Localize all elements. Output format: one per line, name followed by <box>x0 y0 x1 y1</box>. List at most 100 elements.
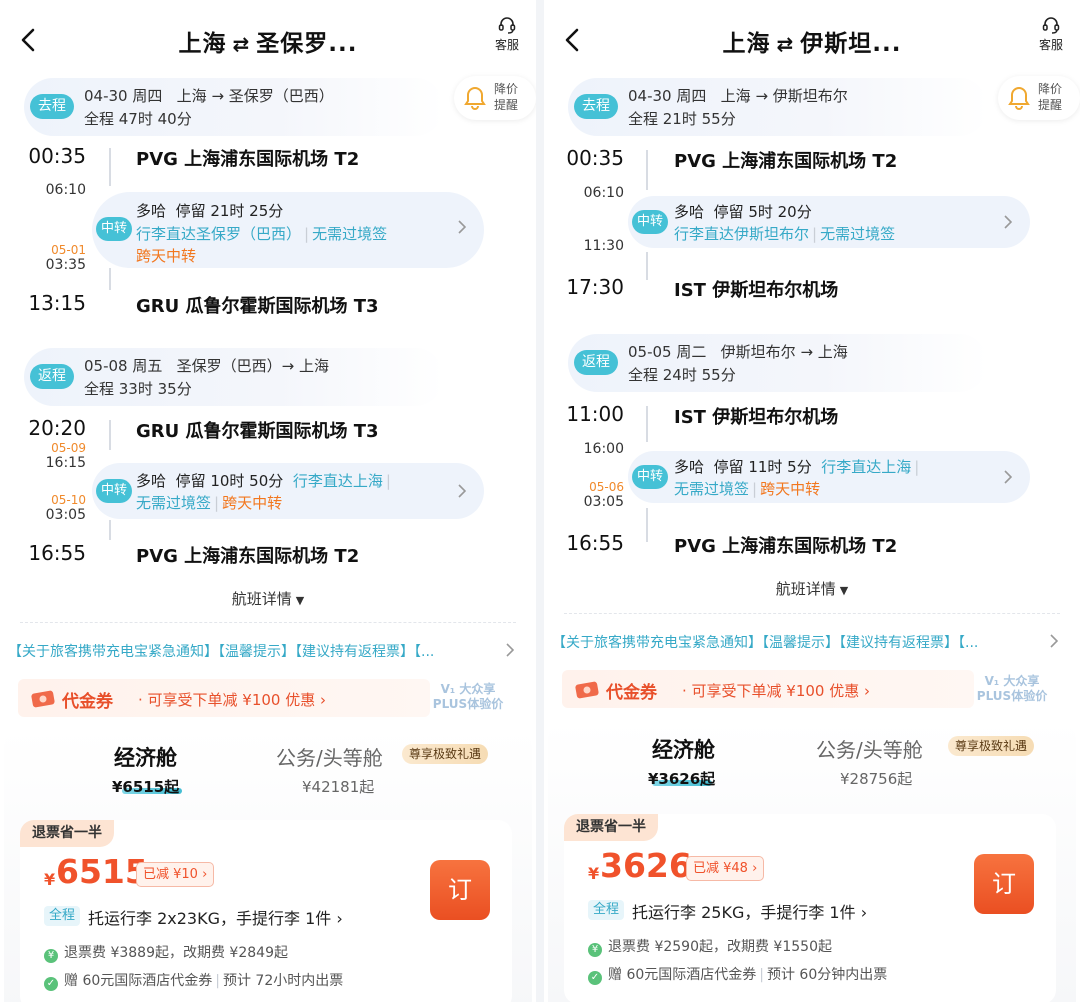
refund-half-tag: 退票省一半 <box>564 814 658 841</box>
gift-text: 赠 60元国际酒店代金券 <box>608 967 757 983</box>
cabin-card: 经济舱 ¥6515起 公务/头等舱 尊享极致礼遇 ¥42181起 退票省一半 ¥… <box>4 728 532 1002</box>
tab-business-first[interactable]: 公务/头等舱 <box>816 734 923 763</box>
book-button[interactable]: 订 <box>974 854 1034 914</box>
transfer-arrive-time: 06:10 <box>583 185 624 201</box>
return-departure-airport: GRU 瓜鲁尔霍斯国际机场 T3 <box>136 421 379 442</box>
coupon-name: 代金券 <box>606 683 657 703</box>
book-button[interactable]: 订 <box>430 860 490 920</box>
transfer-leave-time: 11:30 <box>583 238 624 254</box>
headset-icon <box>1042 17 1060 34</box>
notice-bar[interactable]: 【关于旅客携带充电宝紧急通知】【温馨提示】【建议持有返程票】【... <box>8 641 496 661</box>
tab-economy[interactable]: 经济舱 <box>652 734 715 764</box>
transfer-tag: 中转 <box>96 479 133 503</box>
outbound-route: 上海 → 圣保罗（巴西） <box>176 87 334 105</box>
transfer-notes: 无需过境签 | 跨天中转 <box>136 492 282 513</box>
caret-down-icon: ▼ <box>295 594 305 607</box>
return-date: 05-08 周五 <box>84 357 163 375</box>
baggage-info[interactable]: 托运行李 2x23KG，手提行李 1件 › <box>88 905 343 929</box>
baggage-info[interactable]: 托运行李 25KG，手提行李 1件 › <box>632 899 867 923</box>
flight-details-toggle[interactable]: 航班详情 ▼ <box>0 588 536 609</box>
chevron-right-icon[interactable] <box>1050 634 1058 648</box>
customer-service-button[interactable]: 客服 <box>490 16 524 53</box>
chevron-right-icon <box>458 220 466 234</box>
no-visa-note: 无需过境签 <box>136 494 212 512</box>
back-arrow-icon[interactable] <box>18 26 40 54</box>
no-visa-note: 无需过境签 <box>820 225 896 243</box>
bell-icon <box>464 86 486 110</box>
customer-service-button[interactable]: 客服 <box>1034 16 1068 53</box>
destination-city: 圣保罗... <box>256 31 358 57</box>
fare-price: 3626 <box>600 846 692 885</box>
divider: | <box>385 472 391 490</box>
plus-price-label[interactable]: V₁ 大众享 PLUS体验价 <box>426 682 510 712</box>
return-departure-time: 11:00 <box>566 402 624 426</box>
business-badge: 尊享极致礼遇 <box>402 744 489 764</box>
departure-airport: PVG 上海浦东国际机场 T2 <box>674 151 898 172</box>
transfer-stop: 多哈 停留 5时 20分 <box>674 201 812 222</box>
trip-panel-istanbul: 上海 ⇄ 伊斯坦... 客服 去程 04-30 周四 上海 → 伊斯坦布尔 全程 2… <box>544 0 1080 1002</box>
bell-icon <box>1008 86 1030 110</box>
arrival-time: 13:15 <box>28 291 86 315</box>
departure-airport: PVG 上海浦东国际机场 T2 <box>136 149 360 170</box>
timeline-line <box>109 520 111 540</box>
return-transfer-card[interactable]: 中转 多哈 停留 10时 50分 行李直达上海 | 无需过境签 | 跨天中转 <box>92 463 484 519</box>
flight-details-toggle[interactable]: 航班详情 ▼ <box>544 578 1080 599</box>
nav-bar: 上海 ⇄ 圣保罗... 客服 <box>0 0 536 80</box>
price-alert-button[interactable]: 降价提醒 <box>998 76 1080 120</box>
outbound-segment-header: 去程 04-30 周四 上海 → 伊斯坦布尔 全程 21时 55分 <box>568 78 988 136</box>
transfer-card[interactable]: 中转 多哈 停留 5时 20分 行李直达伊斯坦布尔 | 无需过境签 <box>628 196 1030 248</box>
return-transfer-arrive-time: 16:15 <box>45 455 86 471</box>
outbound-duration: 全程 47时 40分 <box>84 110 192 128</box>
discount-badge[interactable]: 已减 ¥48 › <box>686 856 765 881</box>
return-route: 圣保罗（巴西）→ 上海 <box>176 357 330 375</box>
coupon-banner[interactable]: 代金券 · 可享受下单减 ¥100 优惠 › <box>562 670 974 708</box>
fare-card[interactable]: 退票省一半 ¥ 3626 已减 ¥48 › 订 全程 托运行李 25KG，手提行… <box>564 814 1056 1002</box>
swap-arrows-icon: ⇄ <box>232 32 251 56</box>
chevron-right-icon[interactable] <box>506 643 514 657</box>
fare-card[interactable]: 退票省一半 ¥ 6515 已减 ¥10 › 订 全程 托运行李 2x23KG，手… <box>20 820 512 1002</box>
outbound-date-route: 04-30 周四 上海 → 伊斯坦布尔 <box>628 85 848 106</box>
return-transfer-leave-time: 03:05 <box>583 494 624 510</box>
divider: | <box>914 458 920 476</box>
return-date-route: 05-08 周五 圣保罗（巴西）→ 上海 <box>84 355 329 376</box>
departure-time: 00:35 <box>28 144 86 168</box>
discount-badge[interactable]: 已减 ¥10 › <box>136 862 215 887</box>
refund-change-fees: ¥ 退票费 ¥3889起，改期费 ¥2849起 <box>44 942 288 963</box>
return-transfer-leave-date: 05-06 <box>589 480 624 494</box>
price-alert-button[interactable]: 降价提醒 <box>454 76 536 120</box>
return-arrival-airport: PVG 上海浦东国际机场 T2 <box>674 536 898 557</box>
origin-city: 上海 <box>722 31 771 57</box>
tab-economy[interactable]: 经济舱 <box>114 742 177 772</box>
return-transfer-leave-date: 05-10 <box>51 493 86 507</box>
transfer-card[interactable]: 中转 多哈 停留 21时 25分 行李直达圣保罗（巴西） | 无需过境签 跨天中转 <box>92 192 484 268</box>
refund-change-fees: ¥ 退票费 ¥2590起，改期费 ¥1550起 <box>588 936 832 957</box>
return-tag: 返程 <box>574 350 618 375</box>
divider <box>20 622 516 623</box>
swap-arrows-icon: ⇄ <box>776 32 795 56</box>
price-alert-label: 降价提醒 <box>1038 82 1063 112</box>
nav-bar: 上海 ⇄ 伊斯坦... 客服 <box>544 0 1080 80</box>
transfer-arrive-time: 06:10 <box>45 182 86 198</box>
transfer-stop: 多哈 停留 21时 25分 <box>136 200 283 221</box>
transfer-city: 多哈 <box>136 202 167 220</box>
return-route: 伊斯坦布尔 → 上海 <box>720 343 848 361</box>
arrival-airport: GRU 瓜鲁尔霍斯国际机场 T3 <box>136 296 379 317</box>
transfer-stay: 停留 10时 50分 <box>175 472 284 490</box>
baggage-through-note: 行李直达上海 <box>821 458 912 476</box>
return-transfer-card[interactable]: 中转 多哈 停留 11时 5分 行李直达上海 | 无需过境签 | 跨天中转 <box>628 451 1030 503</box>
outbound-tag: 去程 <box>30 94 74 119</box>
return-transfer-leave-time: 03:05 <box>45 507 86 523</box>
overnight-transfer-note: 跨天中转 <box>222 494 283 512</box>
return-date: 05-05 周二 <box>628 343 707 361</box>
outbound-route: 上海 → 伊斯坦布尔 <box>720 87 848 105</box>
divider: | <box>752 480 758 498</box>
tab-business-first[interactable]: 公务/头等舱 <box>276 742 383 771</box>
gift-ticketing: ✓ 赠 60元国际酒店代金券 | 预计 72小时内出票 <box>44 970 343 991</box>
plus-line2: PLUS体验价 <box>976 689 1048 703</box>
page-title: 上海 ⇄ 伊斯坦... <box>604 24 1020 58</box>
notice-bar[interactable]: 【关于旅客携带充电宝紧急通知】【温馨提示】【建议持有返程票】【... <box>552 632 1040 652</box>
headset-icon <box>498 17 516 34</box>
coupon-banner[interactable]: 代金券 · 可享受下单减 ¥100 优惠 › <box>18 679 430 717</box>
back-arrow-icon[interactable] <box>562 26 584 54</box>
plus-price-label[interactable]: V₁ 大众享 PLUS体验价 <box>970 674 1054 704</box>
